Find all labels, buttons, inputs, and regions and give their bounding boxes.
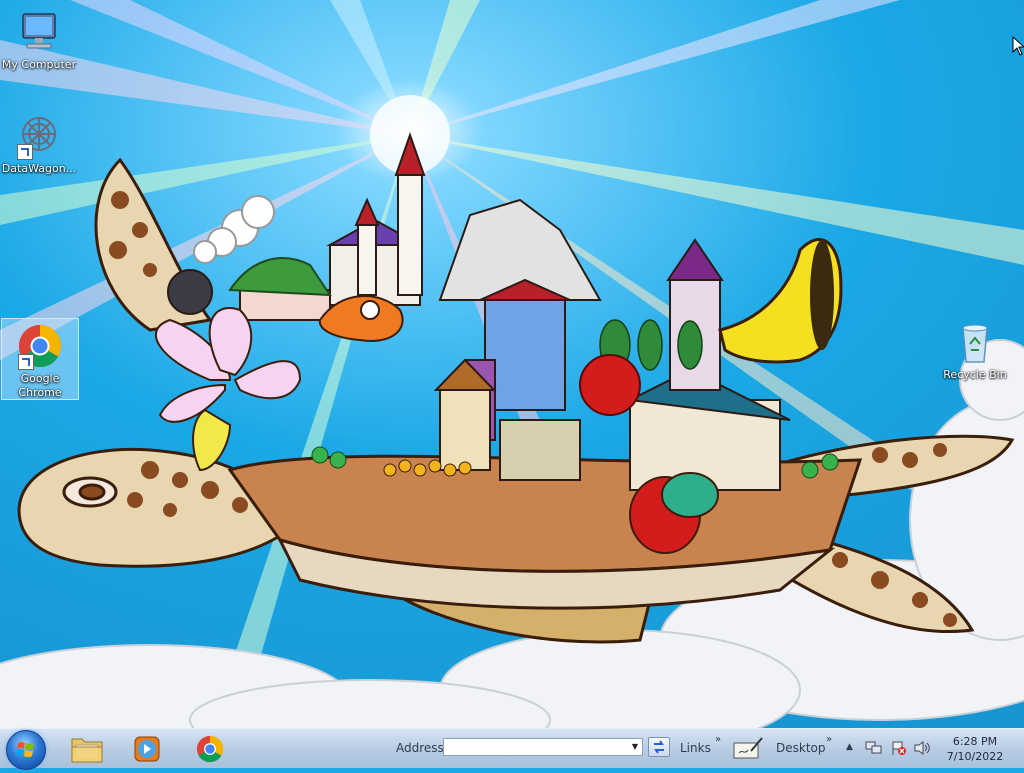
taskbar: Address ▼ » Links Desktop » ▲ 6:28 PM 7/… [0,728,1024,770]
shortcut-arrow-icon [18,354,34,370]
desktop-icon-google-chrome[interactable]: Google Chrome [1,318,79,400]
recycle-bin-icon [951,318,999,366]
windows-logo-icon [16,741,34,758]
desktop-icon-label: Recycle Bin [943,368,1007,381]
desktop-toolbar-label[interactable]: Desktop [776,741,826,755]
taskbar-pin-windows-explorer[interactable] [60,731,114,767]
taskbar-pin-google-chrome[interactable] [183,731,237,767]
address-toolbar-chevron[interactable]: » [715,734,721,745]
chrome-icon [196,735,224,763]
tablet-pen-icon [733,737,763,759]
desktop-icon-label: Google Chrome [18,372,62,399]
folder-icon [71,738,103,763]
address-go-button[interactable] [648,737,670,757]
desktop-icon-label: DataWagon... [1,162,77,175]
shortcut-arrow-icon [17,144,33,160]
go-arrows-icon [654,740,664,754]
desktop-icon-recycle-bin[interactable]: Recycle Bin [937,318,1013,382]
computer-icon [15,8,63,56]
speaker-icon [914,741,930,755]
mouse-cursor-icon [1012,36,1024,56]
address-toolbar-label: Address [396,741,444,755]
clock-time: 6:28 PM [952,735,998,748]
volume-tray-icon[interactable] [913,740,931,756]
network-icon [865,741,882,754]
tablet-input-button[interactable] [731,735,765,761]
action-center-tray-icon[interactable] [890,740,908,756]
address-input[interactable] [443,738,643,756]
media-player-icon [134,736,160,762]
show-hidden-icons-button[interactable]: ▲ [846,742,853,752]
clock-date: 7/10/2022 [946,750,1004,763]
chrome-icon [16,322,64,370]
taskbar-clock[interactable]: 6:28 PM 7/10/2022 [936,734,1014,764]
desktop-wallpaper [0,0,1024,728]
address-dropdown-arrow-icon[interactable]: ▼ [628,739,642,755]
flag-with-x-icon [892,741,906,755]
desktop-toolbar-chevron[interactable]: » [826,734,832,745]
start-button[interactable] [6,730,46,770]
links-toolbar-label[interactable]: Links [680,741,711,755]
datawagon-icon [15,112,63,160]
taskbar-pin-media-player[interactable] [120,731,174,767]
desktop-icon-my-computer[interactable]: My Computer [1,8,77,72]
network-tray-icon[interactable] [865,740,883,756]
desktop-icon-datawagon[interactable]: DataWagon... [1,112,77,176]
desktop-icon-label: My Computer [1,58,77,71]
